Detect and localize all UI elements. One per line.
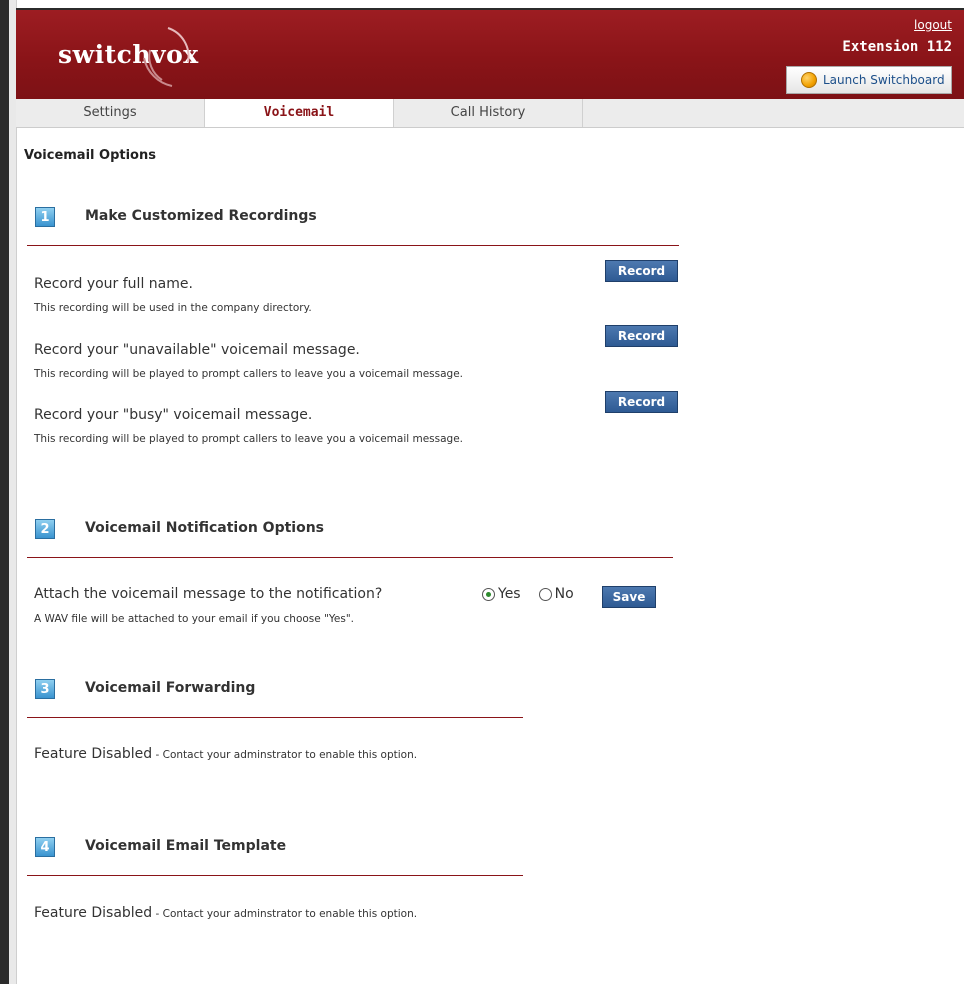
logout-link[interactable]: logout — [914, 18, 952, 32]
section-forwarding-title: Voicemail Forwarding — [85, 680, 256, 696]
template-note-text: - Contact your adminstrator to enable th… — [152, 908, 418, 920]
attach-yes-label: Yes — [498, 586, 521, 602]
launch-switchboard-label: Launch Switchboard — [823, 73, 945, 87]
tab-bar: Settings Voicemail Call History — [16, 99, 964, 128]
forwarding-note-text: - Contact your adminstrator to enable th… — [152, 749, 418, 761]
tab-settings[interactable]: Settings — [16, 99, 205, 127]
tab-voicemail[interactable]: Voicemail — [205, 99, 394, 127]
template-status-text: Feature Disabled — [34, 905, 153, 921]
template-disabled-message: Feature Disabled - Contact your adminstr… — [34, 905, 417, 921]
record-busy-text: Record your "busy" voicemail message. — [34, 407, 313, 423]
section-recordings-header: 1 Make Customized Recordings — [35, 207, 317, 227]
tab-call-history[interactable]: Call History — [394, 99, 583, 127]
section-forwarding-header: 3 Voicemail Forwarding — [35, 679, 255, 699]
step-4-icon: 4 — [35, 837, 55, 857]
record-unavailable-button[interactable]: Record — [605, 325, 678, 347]
record-busy-subtext: This recording will be played to prompt … — [34, 433, 464, 445]
attach-radio-group: Yes No — [482, 586, 592, 602]
launch-switchboard-button[interactable]: Launch Switchboard — [786, 66, 952, 94]
section-notification-divider — [27, 557, 673, 558]
section-notification-header: 2 Voicemail Notification Options — [35, 519, 324, 539]
step-2-icon: 2 — [35, 519, 55, 539]
page-title: Voicemail Options — [24, 148, 156, 163]
record-unavailable-subtext: This recording will be played to prompt … — [34, 368, 464, 380]
signal-arcs-icon — [143, 27, 190, 87]
section-template-title: Voicemail Email Template — [85, 838, 287, 854]
section-forwarding-divider — [27, 717, 523, 718]
switchvox-logo: switchvox — [58, 22, 238, 92]
section-template-divider — [27, 875, 523, 876]
section-template-header: 4 Voicemail Email Template — [35, 837, 286, 857]
forwarding-status-text: Feature Disabled — [34, 746, 153, 762]
step-1-icon: 1 — [35, 207, 55, 227]
record-name-button[interactable]: Record — [605, 260, 678, 282]
section-recordings-divider — [27, 245, 679, 246]
attach-question-text: Attach the voicemail message to the noti… — [34, 586, 383, 602]
record-busy-button[interactable]: Record — [605, 391, 678, 413]
attach-yes-radio[interactable] — [482, 587, 495, 601]
step-3-icon: 3 — [35, 679, 55, 699]
record-name-subtext: This recording will be used in the compa… — [34, 302, 312, 314]
save-button[interactable]: Save — [602, 586, 656, 608]
section-notification-title: Voicemail Notification Options — [85, 520, 325, 536]
header-bar: switchvox logout Extension 112 Launch Sw… — [16, 8, 964, 100]
attach-no-radio[interactable] — [538, 587, 552, 601]
extension-label: Extension 112 — [842, 39, 952, 55]
section-recordings-title: Make Customized Recordings — [85, 208, 317, 224]
record-name-text: Record your full name. — [34, 276, 193, 292]
forwarding-disabled-message: Feature Disabled - Contact your adminstr… — [34, 746, 417, 762]
window-edge — [0, 0, 17, 984]
attach-no-label: No — [554, 586, 574, 602]
switchboard-orb-icon — [801, 72, 817, 88]
record-unavailable-text: Record your "unavailable" voicemail mess… — [34, 342, 360, 358]
attach-subtext: A WAV file will be attached to your emai… — [34, 613, 355, 625]
